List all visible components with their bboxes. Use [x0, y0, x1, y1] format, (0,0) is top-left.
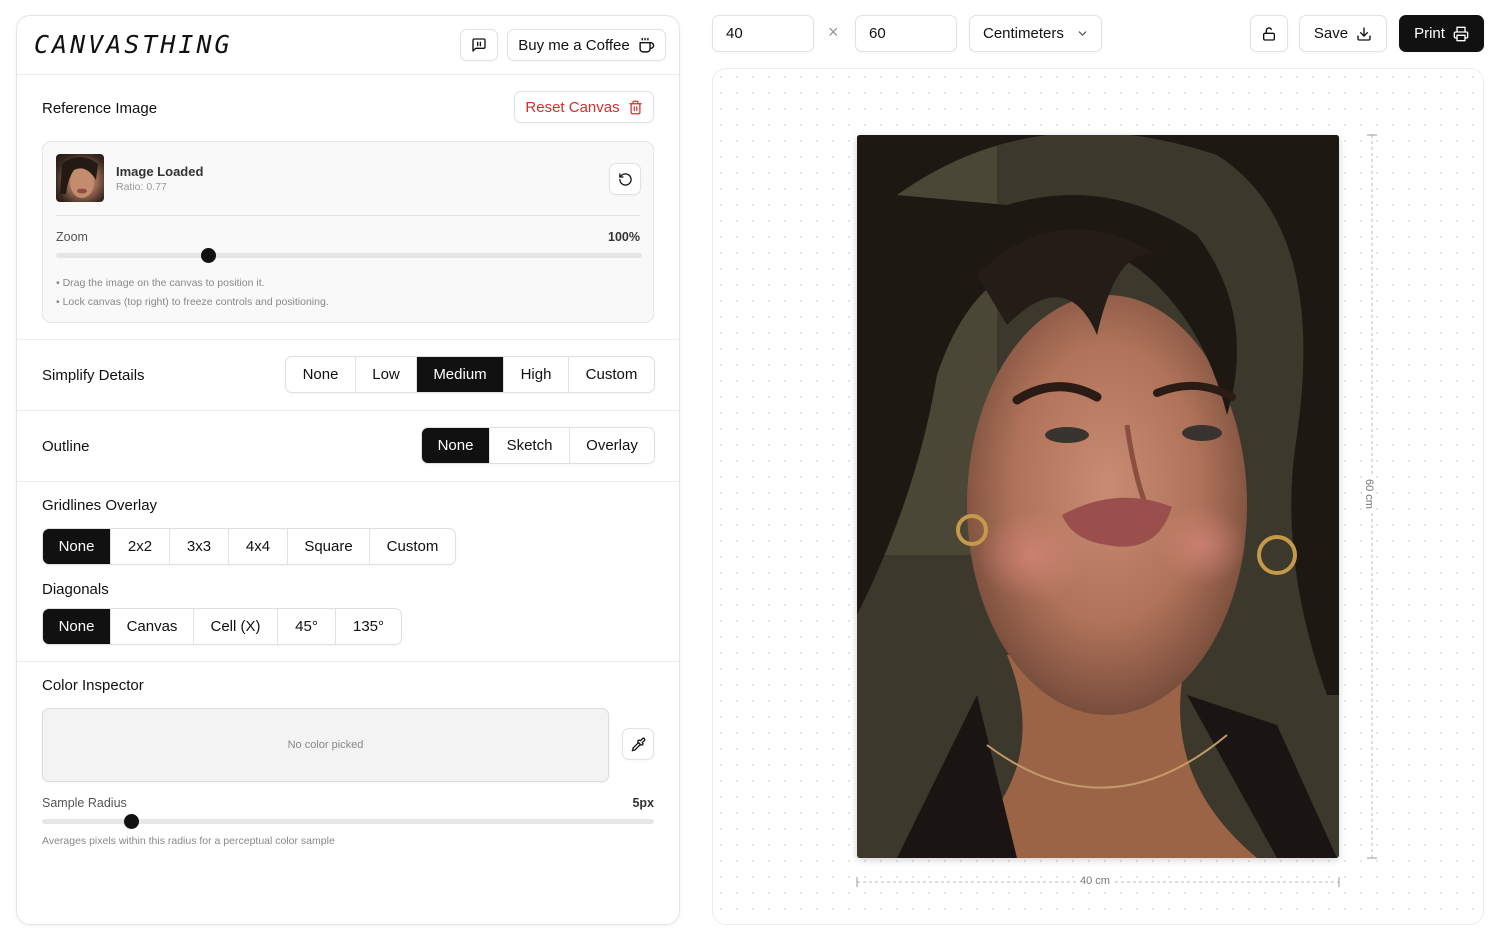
save-button[interactable]: Save	[1299, 15, 1387, 52]
reference-thumbnail	[56, 154, 104, 202]
reference-image-card: Image Loaded Ratio: 0.77 Zoom 100% • Dra…	[42, 141, 654, 323]
unlock-icon	[1261, 26, 1277, 42]
image-ratio: Ratio: 0.77	[116, 181, 167, 193]
sample-radius-hint: Averages pixels within this radius for a…	[42, 835, 335, 847]
sample-radius-slider-thumb[interactable]	[124, 814, 140, 829]
canvas-width-label: 40 cm	[1077, 875, 1113, 887]
outline-section: Outline None Sketch Overlay	[17, 411, 679, 482]
canvas-height-label: 60 cm	[1362, 476, 1375, 512]
zoom-value: 100%	[608, 230, 640, 244]
sample-radius-value: 5px	[632, 796, 654, 810]
card-divider	[56, 215, 640, 216]
lock-canvas-button[interactable]	[1250, 15, 1288, 52]
simplify-segmented-control: None Low Medium High Custom	[285, 356, 655, 393]
print-label: Print	[1414, 25, 1445, 42]
trash-icon	[628, 100, 643, 115]
gridlines-section: Gridlines Overlay None 2x2 3x3 4x4 Squar…	[17, 482, 679, 662]
reset-canvas-label: Reset Canvas	[525, 98, 620, 116]
outline-title: Outline	[42, 438, 90, 455]
canvas-image[interactable]	[857, 135, 1339, 858]
unit-select-value: Centimeters	[983, 25, 1064, 42]
no-color-text: No color picked	[287, 739, 364, 751]
buy-coffee-button[interactable]: Buy me a Coffee	[507, 29, 666, 61]
download-icon	[1356, 26, 1372, 42]
image-status: Image Loaded	[116, 164, 204, 179]
message-square-icon	[471, 37, 487, 53]
gridlines-option-4x4[interactable]: 4x4	[229, 529, 288, 564]
sample-radius-label: Sample Radius	[42, 796, 127, 810]
app-logo: CANVASTHING	[34, 30, 233, 59]
outline-option-sketch[interactable]: Sketch	[490, 428, 570, 463]
reset-canvas-button[interactable]: Reset Canvas	[514, 91, 654, 123]
gridlines-option-3x3[interactable]: 3x3	[170, 529, 229, 564]
save-label: Save	[1313, 25, 1349, 42]
simplify-option-none[interactable]: None	[286, 357, 356, 392]
feedback-button[interactable]	[460, 29, 498, 61]
zoom-slider-track[interactable]	[56, 253, 642, 258]
simplify-option-low[interactable]: Low	[356, 357, 417, 392]
diagonals-segmented-control: None Canvas Cell (X) 45° 135°	[42, 608, 402, 645]
controls-panel: CANVASTHING Buy me a Coffee Reference Im…	[16, 15, 680, 925]
eyedropper-button[interactable]	[622, 728, 654, 760]
panel-header: CANVASTHING Buy me a Coffee	[17, 16, 679, 75]
gridlines-title: Gridlines Overlay	[42, 497, 158, 514]
times-symbol: ×	[828, 22, 839, 42]
gridlines-option-custom[interactable]: Custom	[370, 529, 455, 564]
hint-drag: • Drag the image on the canvas to positi…	[56, 277, 265, 289]
gridlines-segmented-control: None 2x2 3x3 4x4 Square Custom	[42, 528, 456, 565]
color-swatch-display[interactable]: No color picked	[42, 708, 609, 782]
simplify-option-custom[interactable]: Custom	[569, 357, 654, 392]
diagonals-title: Diagonals	[42, 581, 109, 598]
outline-segmented-control: None Sketch Overlay	[421, 427, 655, 464]
diagonals-option-45[interactable]: 45°	[278, 609, 336, 644]
diagonals-option-canvas[interactable]: Canvas	[111, 609, 194, 644]
diagonals-option-cell-x[interactable]: Cell (X)	[194, 609, 278, 644]
pipette-icon	[631, 737, 646, 752]
gridlines-option-2x2[interactable]: 2x2	[111, 529, 170, 564]
hint-lock: • Lock canvas (top right) to freeze cont…	[56, 296, 329, 308]
outline-option-overlay[interactable]: Overlay	[570, 428, 654, 463]
diagonals-option-none[interactable]: None	[43, 609, 111, 644]
zoom-label: Zoom	[56, 230, 88, 244]
unit-select[interactable]: Centimeters	[969, 15, 1102, 52]
printer-icon	[1453, 26, 1469, 42]
coffee-cup-icon	[638, 37, 655, 54]
canvas-width-input[interactable]: 40	[712, 15, 814, 52]
canvas-height-input[interactable]: 60	[855, 15, 957, 52]
chevron-down-icon	[1076, 27, 1089, 40]
zoom-slider-thumb[interactable]	[200, 248, 216, 263]
gridlines-option-square[interactable]: Square	[288, 529, 370, 564]
rotate-image-button[interactable]	[609, 163, 641, 195]
simplify-details-title: Simplify Details	[42, 367, 145, 384]
color-inspector-title: Color Inspector	[42, 677, 144, 694]
gridlines-option-none[interactable]: None	[43, 529, 111, 564]
buy-coffee-label: Buy me a Coffee	[518, 36, 630, 54]
simplify-option-medium[interactable]: Medium	[417, 357, 504, 392]
print-button[interactable]: Print	[1399, 15, 1484, 52]
rotate-ccw-icon	[618, 172, 633, 187]
simplify-option-high[interactable]: High	[504, 357, 569, 392]
reference-image-title: Reference Image	[42, 100, 158, 117]
diagonals-option-135[interactable]: 135°	[336, 609, 401, 644]
outline-option-none[interactable]: None	[422, 428, 490, 463]
simplify-details-section: Simplify Details None Low Medium High Cu…	[17, 340, 679, 411]
